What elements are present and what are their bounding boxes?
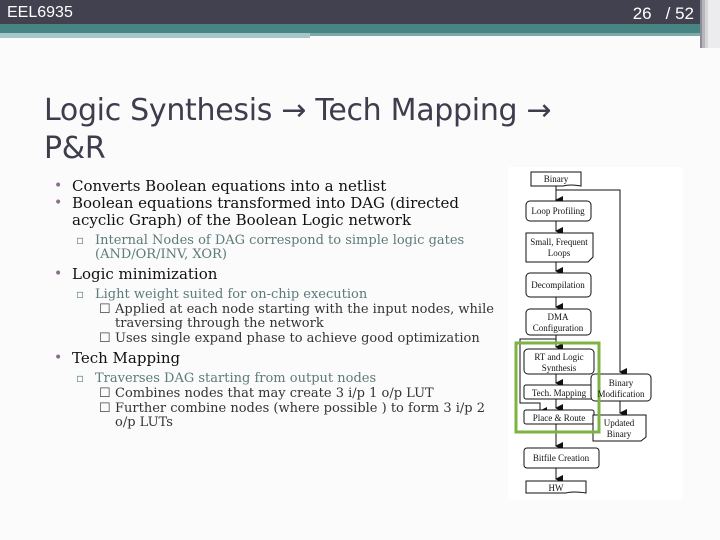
sub-sub-bullet-expand: Uses single expand phase to achieve good… <box>52 332 502 347</box>
course-code: EEL6935 <box>7 4 73 21</box>
slide-title-line1: Logic Synthesis → Tech Mapping → <box>44 93 552 128</box>
node-dma-2: Configuration <box>533 323 584 333</box>
node-updated-binary-2: Binary <box>607 429 632 439</box>
page-current: 26 <box>632 4 652 23</box>
node-rt-logic-1: RT and Logic <box>534 352 583 362</box>
header-side-strip <box>700 0 720 48</box>
slide-body: Converts Boolean equations into a netlis… <box>52 178 502 430</box>
flow-diagram: Binary Loop Profiling Small, Frequent Lo… <box>508 167 683 500</box>
node-binary: Binary <box>544 174 569 184</box>
sub-sub-bullet-combines: Combines nodes that may create 3 i/p 1 o… <box>52 387 502 402</box>
flow-diagram-svg: Binary Loop Profiling Small, Frequent Lo… <box>514 171 652 494</box>
bullet-tech-mapping: Tech Mapping <box>52 350 502 368</box>
page-total: / 52 <box>665 4 694 23</box>
node-updated-binary-1: Updated <box>604 418 635 428</box>
page-number: 26 / 52 <box>633 4 694 24</box>
node-place-route: Place & Route <box>533 413 586 423</box>
slide-title: Logic Synthesis → Tech Mapping → P&R <box>44 92 664 168</box>
sub-sub-bullet-applied: Applied at each node starting with the i… <box>52 303 502 331</box>
node-hw: HW <box>549 483 564 493</box>
header-light-band <box>0 33 310 38</box>
sub-sub-bullet-further: Further combine nodes (where possible ) … <box>52 402 502 430</box>
node-binary-mod-2: Modification <box>598 389 645 399</box>
bullet-logic-minimization: Logic minimization <box>52 266 502 284</box>
node-dma-1: DMA <box>547 312 569 322</box>
header-accent-band <box>0 24 708 33</box>
node-decompilation: Decompilation <box>531 280 585 290</box>
node-rt-logic-2: Synthesis <box>542 363 577 373</box>
node-loop-profiling: Loop Profiling <box>531 206 585 216</box>
bullet-dag: Boolean equations transformed into DAG (… <box>52 195 502 229</box>
node-binary-mod-1: Binary <box>609 378 634 388</box>
node-small-loops-2: Loops <box>548 248 571 258</box>
slide-title-line2: P&R <box>44 131 106 166</box>
header-bar <box>0 0 708 24</box>
node-small-loops-1: Small, Frequent <box>530 237 588 247</box>
bullet-netlist: Converts Boolean equations into a netlis… <box>52 178 502 196</box>
node-tech-mapping: Tech. Mapping <box>532 388 587 398</box>
node-bitfile: Bitfile Creation <box>533 453 590 463</box>
sub-bullet-traverses: Traverses DAG starting from output nodes <box>52 371 502 386</box>
sub-bullet-internal-nodes: Internal Nodes of DAG correspond to simp… <box>52 233 502 262</box>
sub-bullet-light-weight: Light weight suited for on-chip executio… <box>52 287 502 302</box>
header-light-band-2 <box>310 33 708 36</box>
